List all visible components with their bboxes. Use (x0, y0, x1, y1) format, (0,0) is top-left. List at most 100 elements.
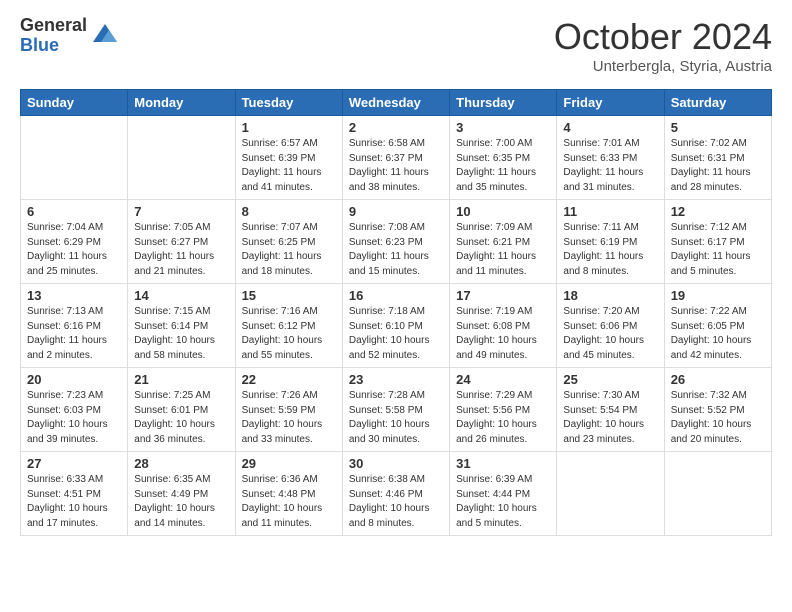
day-info: Sunrise: 7:28 AM Sunset: 5:58 PM Dayligh… (349, 389, 443, 447)
day-number: 25 (563, 372, 657, 387)
day-info: Sunrise: 7:05 AM Sunset: 6:27 PM Dayligh… (134, 221, 228, 279)
day-info: Sunrise: 6:58 AM Sunset: 6:37 PM Dayligh… (349, 137, 443, 195)
day-info: Sunrise: 7:23 AM Sunset: 6:03 PM Dayligh… (27, 389, 121, 447)
day-cell: 28 Sunrise: 6:35 AM Sunset: 4:49 PM Dayli… (128, 452, 235, 536)
day-number: 17 (456, 288, 550, 303)
day-info: Sunrise: 7:30 AM Sunset: 5:54 PM Dayligh… (563, 389, 657, 447)
day-info: Sunrise: 7:13 AM Sunset: 6:16 PM Dayligh… (27, 305, 121, 363)
header: General Blue October 2024 Unterbergla, S… (20, 16, 772, 75)
day-info: Sunrise: 6:36 AM Sunset: 4:48 PM Dayligh… (242, 473, 336, 531)
logo-general: General (20, 16, 87, 36)
day-info: Sunrise: 7:12 AM Sunset: 6:17 PM Dayligh… (671, 221, 765, 279)
day-info: Sunrise: 6:33 AM Sunset: 4:51 PM Dayligh… (27, 473, 121, 531)
day-cell: 5 Sunrise: 7:02 AM Sunset: 6:31 PM Daylig… (664, 116, 771, 200)
day-number: 31 (456, 456, 550, 471)
day-number: 14 (134, 288, 228, 303)
day-cell: 12 Sunrise: 7:12 AM Sunset: 6:17 PM Dayli… (664, 200, 771, 284)
day-cell: 13 Sunrise: 7:13 AM Sunset: 6:16 PM Dayli… (21, 284, 128, 368)
logo-icon (91, 22, 119, 50)
day-cell: 6 Sunrise: 7:04 AM Sunset: 6:29 PM Daylig… (21, 200, 128, 284)
day-cell: 17 Sunrise: 7:19 AM Sunset: 6:08 PM Dayli… (450, 284, 557, 368)
day-number: 26 (671, 372, 765, 387)
day-info: Sunrise: 7:01 AM Sunset: 6:33 PM Dayligh… (563, 137, 657, 195)
day-info: Sunrise: 6:35 AM Sunset: 4:49 PM Dayligh… (134, 473, 228, 531)
day-info: Sunrise: 7:19 AM Sunset: 6:08 PM Dayligh… (456, 305, 550, 363)
weekday-header: Friday (557, 90, 664, 116)
day-cell (557, 452, 664, 536)
day-info: Sunrise: 7:32 AM Sunset: 5:52 PM Dayligh… (671, 389, 765, 447)
day-info: Sunrise: 7:02 AM Sunset: 6:31 PM Dayligh… (671, 137, 765, 195)
day-cell: 7 Sunrise: 7:05 AM Sunset: 6:27 PM Daylig… (128, 200, 235, 284)
weekday-header: Tuesday (235, 90, 342, 116)
day-info: Sunrise: 7:20 AM Sunset: 6:06 PM Dayligh… (563, 305, 657, 363)
day-cell: 25 Sunrise: 7:30 AM Sunset: 5:54 PM Dayli… (557, 368, 664, 452)
day-number: 30 (349, 456, 443, 471)
day-info: Sunrise: 7:15 AM Sunset: 6:14 PM Dayligh… (134, 305, 228, 363)
day-cell: 22 Sunrise: 7:26 AM Sunset: 5:59 PM Dayli… (235, 368, 342, 452)
day-number: 7 (134, 204, 228, 219)
day-cell: 8Sunrise: 7:07 AM Sunset: 6:25 PM Daylig… (235, 200, 342, 284)
day-cell: 19Sunrise: 7:22 AM Sunset: 6:05 PM Dayli… (664, 284, 771, 368)
day-info: Sunrise: 7:26 AM Sunset: 5:59 PM Dayligh… (242, 389, 336, 447)
day-cell: 23Sunrise: 7:28 AM Sunset: 5:58 PM Dayli… (342, 368, 449, 452)
day-info: Sunrise: 6:39 AM Sunset: 4:44 PM Dayligh… (456, 473, 550, 531)
day-number: 5 (671, 120, 765, 135)
day-info: Sunrise: 7:22 AM Sunset: 6:05 PM Dayligh… (671, 305, 765, 363)
day-cell: 31 Sunrise: 6:39 AM Sunset: 4:44 PM Dayli… (450, 452, 557, 536)
day-cell (664, 452, 771, 536)
calendar-container: General Blue October 2024 Unterbergla, S… (0, 0, 792, 552)
day-info: Sunrise: 6:57 AM Sunset: 6:39 PM Dayligh… (242, 137, 336, 195)
day-number: 1 (242, 120, 336, 135)
day-number: 12 (671, 204, 765, 219)
calendar-table: SundayMondayTuesdayWednesdayThursdayFrid… (20, 89, 772, 536)
day-number: 6 (27, 204, 121, 219)
day-cell: 15 Sunrise: 7:16 AM Sunset: 6:12 PM Dayli… (235, 284, 342, 368)
day-cell: 10Sunrise: 7:09 AM Sunset: 6:21 PM Dayli… (450, 200, 557, 284)
day-cell: 18 Sunrise: 7:20 AM Sunset: 6:06 PM Dayli… (557, 284, 664, 368)
day-number: 3 (456, 120, 550, 135)
subtitle: Unterbergla, Styria, Austria (554, 58, 772, 75)
day-number: 2 (349, 120, 443, 135)
day-cell: 1 Sunrise: 6:57 AM Sunset: 6:39 PM Daylig… (235, 116, 342, 200)
logo: General Blue (20, 16, 119, 56)
day-cell: 20 Sunrise: 7:23 AM Sunset: 6:03 PM Dayli… (21, 368, 128, 452)
day-info: Sunrise: 7:00 AM Sunset: 6:35 PM Dayligh… (456, 137, 550, 195)
day-number: 20 (27, 372, 121, 387)
day-info: Sunrise: 7:16 AM Sunset: 6:12 PM Dayligh… (242, 305, 336, 363)
day-number: 22 (242, 372, 336, 387)
day-number: 28 (134, 456, 228, 471)
day-number: 13 (27, 288, 121, 303)
weekday-header: Saturday (664, 90, 771, 116)
weekday-header: Monday (128, 90, 235, 116)
day-cell (21, 116, 128, 200)
logo-blue: Blue (20, 36, 87, 56)
day-number: 21 (134, 372, 228, 387)
day-cell: 30Sunrise: 6:38 AM Sunset: 4:46 PM Dayli… (342, 452, 449, 536)
day-number: 18 (563, 288, 657, 303)
day-info: Sunrise: 7:04 AM Sunset: 6:29 PM Dayligh… (27, 221, 121, 279)
day-number: 29 (242, 456, 336, 471)
day-number: 24 (456, 372, 550, 387)
day-number: 16 (349, 288, 443, 303)
day-number: 11 (563, 204, 657, 219)
day-cell: 21 Sunrise: 7:25 AM Sunset: 6:01 PM Dayli… (128, 368, 235, 452)
day-cell: 2 Sunrise: 6:58 AM Sunset: 6:37 PM Daylig… (342, 116, 449, 200)
day-info: Sunrise: 7:25 AM Sunset: 6:01 PM Dayligh… (134, 389, 228, 447)
day-cell: 26 Sunrise: 7:32 AM Sunset: 5:52 PM Dayli… (664, 368, 771, 452)
day-cell: 16 Sunrise: 7:18 AM Sunset: 6:10 PM Dayli… (342, 284, 449, 368)
day-number: 27 (27, 456, 121, 471)
day-cell: 27 Sunrise: 6:33 AM Sunset: 4:51 PM Dayli… (21, 452, 128, 536)
day-number: 8 (242, 204, 336, 219)
week-row: 13 Sunrise: 7:13 AM Sunset: 6:16 PM Dayli… (21, 284, 772, 368)
weekday-header: Wednesday (342, 90, 449, 116)
day-number: 15 (242, 288, 336, 303)
month-title: October 2024 (554, 16, 772, 58)
day-cell: 24Sunrise: 7:29 AM Sunset: 5:56 PM Dayli… (450, 368, 557, 452)
day-info: Sunrise: 7:09 AM Sunset: 6:21 PM Dayligh… (456, 221, 550, 279)
day-info: Sunrise: 7:08 AM Sunset: 6:23 PM Dayligh… (349, 221, 443, 279)
day-cell (128, 116, 235, 200)
day-info: Sunrise: 7:18 AM Sunset: 6:10 PM Dayligh… (349, 305, 443, 363)
week-row: 20 Sunrise: 7:23 AM Sunset: 6:03 PM Dayli… (21, 368, 772, 452)
day-cell: 3 Sunrise: 7:00 AM Sunset: 6:35 PM Daylig… (450, 116, 557, 200)
day-cell: 29 Sunrise: 6:36 AM Sunset: 4:48 PM Dayli… (235, 452, 342, 536)
